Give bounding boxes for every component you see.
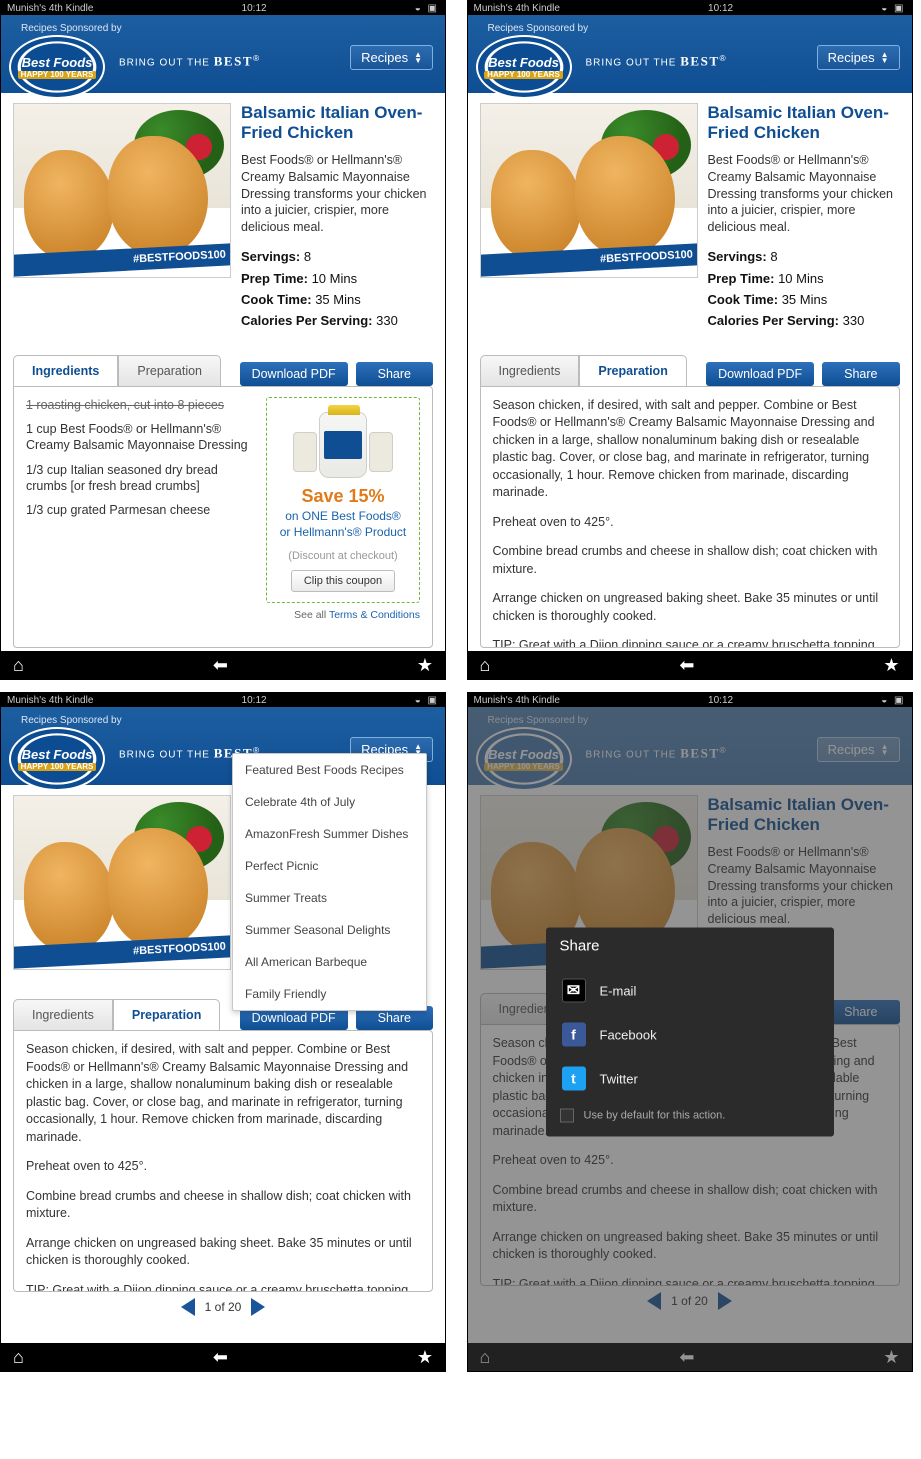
dropdown-item[interactable]: AmazonFresh Summer Dishes	[233, 818, 426, 850]
tab-preparation[interactable]: Preparation	[579, 355, 686, 387]
dropdown-item[interactable]: Family Friendly	[233, 978, 426, 1010]
screen-dropdown: Munish's 4th Kindle 10:12 ◒ ▣ Recipes Sp…	[0, 692, 446, 1372]
recipe-meta: Servings: 8 Prep Time: 10 Mins Cook Time…	[241, 246, 433, 332]
brand-logo: Best Foods HAPPY 100 YEARS	[9, 35, 105, 99]
home-icon[interactable]: ⌂	[13, 1347, 24, 1368]
screen-preparation: Munish's 4th Kindle 10:12 ◒ ▣ Recipes Sp…	[467, 0, 913, 680]
sort-icon: ▲▼	[881, 52, 889, 64]
dropdown-item[interactable]: Celebrate 4th of July	[233, 786, 426, 818]
coupon-terms: See all Terms & Conditions	[26, 609, 420, 621]
favorite-icon[interactable]: ★	[417, 1347, 433, 1368]
clock: 10:12	[93, 3, 414, 14]
download-pdf-button[interactable]: Download PDF	[706, 362, 814, 386]
recipe-photo: #BESTFOODS100	[480, 103, 698, 278]
dropdown-item[interactable]: Summer Treats	[233, 882, 426, 914]
recipe-photo: #BESTFOODS100	[13, 103, 231, 278]
sort-icon: ▲▼	[414, 52, 422, 64]
prep-step: Combine bread crumbs and cheese in shall…	[493, 543, 887, 578]
ingredient-item[interactable]: 1/3 cup grated Parmesan cheese	[26, 502, 256, 518]
terms-link[interactable]: Terms & Conditions	[329, 609, 420, 621]
share-dialog-title: Share	[560, 938, 820, 955]
app-header: Recipes Sponsored by Best Foods HAPPY 10…	[468, 15, 912, 93]
favorite-icon[interactable]: ★	[883, 655, 899, 676]
sponsor-label: Recipes Sponsored by	[21, 23, 435, 34]
facebook-icon: f	[562, 1023, 586, 1047]
prev-page-button[interactable]	[181, 1298, 195, 1316]
tab-preparation[interactable]: Preparation	[113, 999, 220, 1031]
home-icon[interactable]: ⌂	[480, 655, 491, 676]
share-option-email[interactable]: ✉ E-mail	[560, 969, 820, 1013]
share-dialog: Share ✉ E-mail f Facebook t Twitter Use …	[546, 928, 834, 1137]
clip-coupon-button[interactable]: Clip this coupon	[291, 570, 395, 592]
dropdown-item[interactable]: Perfect Picnic	[233, 850, 426, 882]
download-pdf-button[interactable]: Download PDF	[240, 362, 348, 386]
prep-step-current: Preheat oven to 425°.	[480, 514, 887, 532]
back-icon[interactable]: ⬅	[679, 655, 694, 676]
preparation-panel: Season chicken, if desired, with salt an…	[480, 386, 900, 648]
dropdown-item[interactable]: All American Barbeque	[233, 946, 426, 978]
brand-logo: Best Foods HAPPY 100 YEARS	[9, 727, 105, 791]
home-icon[interactable]: ⌂	[13, 655, 24, 676]
screen-ingredients: Munish's 4th Kindle 10:12 ◒ ▣ Recipes Sp…	[0, 0, 446, 680]
prep-step: Season chicken, if desired, with salt an…	[493, 397, 887, 502]
recipes-dropdown-button[interactable]: Recipes▲▼	[817, 45, 900, 70]
checkbox-icon	[560, 1109, 574, 1123]
coupon-on: on ONE Best Foods®or Hellmann's® Product	[275, 509, 411, 540]
favorite-icon[interactable]: ★	[417, 655, 433, 676]
twitter-icon: t	[562, 1067, 586, 1091]
coupon-card: Save 15% on ONE Best Foods®or Hellmann's…	[266, 397, 420, 603]
brand-logo: Best Foods HAPPY 100 YEARS	[476, 35, 572, 99]
prep-step: Arrange chicken on ungreased baking shee…	[493, 590, 887, 625]
status-bar: Munish's 4th Kindle 10:12 ◒ ▣	[468, 1, 912, 15]
email-icon: ✉	[562, 979, 586, 1003]
bottom-nav: ⌂ ⬅ ★	[1, 651, 445, 679]
tab-ingredients[interactable]: Ingredients	[13, 999, 113, 1031]
next-page-button[interactable]	[251, 1298, 265, 1316]
status-icons: ◒ ▣	[415, 3, 439, 14]
tab-ingredients[interactable]: Ingredients	[480, 355, 580, 387]
coupon-save: Save 15%	[275, 486, 411, 507]
ingredients-list: 1 roasting chicken, cut into 8 pieces 1 …	[26, 397, 256, 603]
app-header: Recipes Sponsored by Best Foods HAPPY 10…	[1, 15, 445, 93]
dropdown-item[interactable]: Featured Best Foods Recipes	[233, 754, 426, 786]
tab-ingredients[interactable]: Ingredients	[13, 355, 118, 387]
screen-share: Munish's 4th Kindle 10:12 ◒ ▣ Recipes Sp…	[467, 692, 913, 1372]
device-name: Munish's 4th Kindle	[7, 3, 93, 14]
back-icon[interactable]: ⬅	[213, 1347, 228, 1368]
ingredient-item[interactable]: 1/3 cup Italian seasoned dry bread crumb…	[26, 462, 256, 495]
recipes-dropdown-menu: Featured Best Foods Recipes Celebrate 4t…	[232, 753, 427, 1011]
prep-step: TIP: Great with a Dijon dipping sauce or…	[493, 637, 887, 648]
ingredient-item[interactable]: 1 roasting chicken, cut into 8 pieces	[26, 397, 256, 413]
tagline: BRING OUT THE BEST®	[119, 53, 260, 69]
dropdown-item[interactable]: Summer Seasonal Delights	[233, 914, 426, 946]
share-option-facebook[interactable]: f Facebook	[560, 1013, 820, 1057]
share-option-twitter[interactable]: t Twitter	[560, 1057, 820, 1101]
recipe-description: Best Foods® or Hellmann's® Creamy Balsam…	[241, 152, 433, 236]
ingredients-panel: 1 roasting chicken, cut into 8 pieces 1 …	[13, 386, 433, 648]
recipe-title: Balsamic Italian Oven-Fried Chicken	[241, 103, 433, 144]
back-icon[interactable]: ⬅	[213, 655, 228, 676]
coupon-discount-note: (Discount at checkout)	[275, 550, 411, 562]
recipes-dropdown-button[interactable]: Recipes ▲▼	[350, 45, 433, 70]
share-button[interactable]: Share	[822, 362, 899, 386]
use-default-checkbox[interactable]: Use by default for this action.	[560, 1109, 820, 1123]
tab-preparation[interactable]: Preparation	[118, 355, 221, 387]
recipe-title: Balsamic Italian Oven-Fried Chicken	[708, 103, 900, 144]
share-button[interactable]: Share	[356, 362, 433, 386]
ingredient-item[interactable]: 1 cup Best Foods® or Hellmann's® Creamy …	[26, 421, 256, 454]
tab-bar: Ingredients Preparation	[13, 354, 221, 386]
status-bar: Munish's 4th Kindle 10:12 ◒ ▣	[1, 1, 445, 15]
